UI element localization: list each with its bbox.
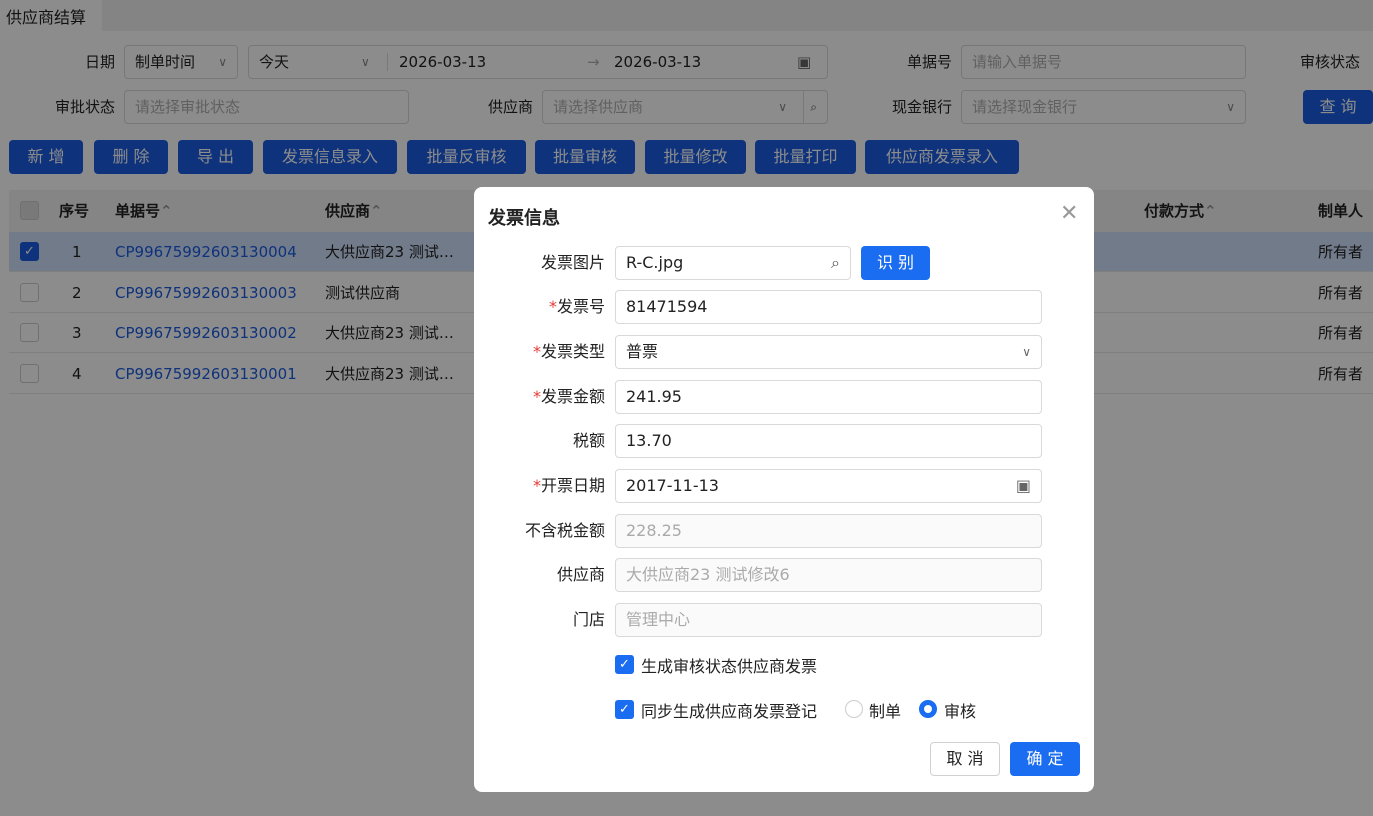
generate-audited-label: 生成审核状态供应商发票 — [641, 657, 818, 676]
supplier-input: 大供应商23 测试修改6 — [615, 558, 1042, 592]
date-label: *开票日期 — [532, 476, 605, 495]
tax-label: 税额 — [572, 431, 605, 450]
type-label: *发票类型 — [532, 342, 605, 361]
sync-register-label: 同步生成供应商发票登记 — [641, 702, 818, 721]
close-icon[interactable]: ✕ — [1060, 201, 1078, 226]
store-label: 门店 — [572, 610, 605, 629]
cancel-button[interactable]: 取 消 — [930, 742, 1000, 776]
amount-input[interactable]: 241.95 — [615, 380, 1042, 414]
calendar-icon: ▣ — [1015, 476, 1031, 495]
net-label: 不含税金额 — [524, 521, 605, 540]
radio-draft-label: 制单 — [869, 702, 902, 721]
amount-label: *发票金额 — [532, 387, 605, 406]
date-input[interactable]: 2017-11-13 ▣ — [615, 469, 1042, 503]
radio-audit-label: 审核 — [944, 702, 977, 721]
generate-audited-checkbox[interactable]: ✓ — [615, 655, 634, 674]
recognize-button[interactable]: 识 别 — [861, 246, 930, 280]
supplier-label: 供应商 — [556, 565, 605, 584]
confirm-button[interactable]: 确 定 — [1010, 742, 1080, 776]
invoice-no-label: *发票号 — [548, 297, 605, 316]
type-select[interactable]: 普票 ∨ — [615, 335, 1042, 369]
invoice-no-input[interactable]: 81471594 — [615, 290, 1042, 324]
tax-input[interactable]: 13.70 — [615, 424, 1042, 458]
radio-audit[interactable] — [919, 700, 937, 718]
chevron-down-icon: ∨ — [1022, 345, 1031, 359]
modal-title: 发票信息 — [488, 208, 560, 229]
sync-register-checkbox[interactable]: ✓ — [615, 700, 634, 719]
net-input: 228.25 — [615, 514, 1042, 548]
store-input: 管理中心 — [615, 603, 1042, 637]
image-label: 发票图片 — [540, 253, 605, 272]
invoice-modal: 发票信息 ✕ 发票图片 R-C.jpg ⌕ 识 别 *发票号 81471594 *… — [474, 187, 1094, 792]
image-input[interactable]: R-C.jpg ⌕ — [615, 246, 851, 280]
search-icon[interactable]: ⌕ — [831, 247, 840, 279]
radio-draft[interactable] — [845, 700, 863, 718]
